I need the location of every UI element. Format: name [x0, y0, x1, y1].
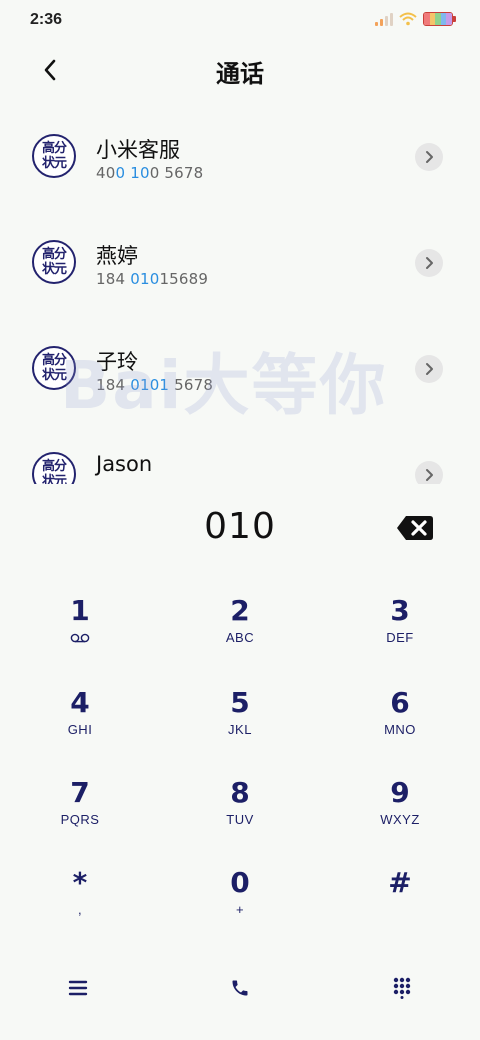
avatar-text: 状元 — [41, 262, 67, 277]
phone-icon — [232, 980, 248, 996]
avatar-text: 高分 — [41, 459, 67, 474]
signal-icon — [375, 12, 393, 26]
key-digit: 3 — [390, 594, 410, 627]
key-3[interactable]: 3 DEF — [320, 594, 480, 674]
key-9[interactable]: 9 WXYZ — [320, 776, 480, 856]
contact-name: Jason — [96, 452, 153, 476]
call-button[interactable] — [220, 968, 260, 1008]
key-letters: TUV — [226, 812, 254, 827]
contact-number: 400 100 5678 — [96, 164, 204, 182]
status-bar: 2:36 — [0, 0, 480, 42]
avatar: 高分 状元 — [32, 134, 76, 178]
contact-item[interactable]: 高分 状元 Jason — [0, 428, 480, 484]
key-2[interactable]: 2 ABC — [160, 594, 320, 674]
avatar: 高分 状元 — [32, 240, 76, 284]
key-1[interactable]: 1 — [0, 594, 160, 674]
page-title: 通话 — [216, 60, 264, 88]
key-digit: 6 — [390, 686, 410, 719]
avatar-text: 状元 — [41, 156, 67, 171]
match-highlight: 010 — [130, 270, 160, 288]
contact-name: 燕婷 — [96, 244, 138, 268]
key-digit: # — [388, 866, 412, 899]
contact-detail-button[interactable] — [415, 355, 443, 383]
key-letters: + — [235, 902, 245, 917]
key-star[interactable]: * , — [0, 866, 160, 946]
contact-name: 小米客服 — [96, 138, 180, 162]
key-digit: 5 — [230, 686, 250, 719]
voicemail-icon — [70, 633, 90, 643]
contact-detail-button[interactable] — [415, 461, 443, 484]
key-0[interactable]: 0 + — [160, 866, 320, 946]
key-letters: JKL — [228, 722, 252, 737]
chevron-right-icon — [426, 151, 433, 163]
avatar-text: 高分 — [41, 141, 67, 156]
match-highlight: 0 10 — [115, 164, 150, 182]
contact-name: 子玲 — [96, 350, 138, 374]
contact-number: 184 0101 5678 — [96, 376, 214, 394]
contact-item[interactable]: 高分 状元 燕婷 184 01015689 — [0, 216, 480, 316]
avatar-text: 高分 — [41, 247, 67, 262]
key-letters: ABC — [225, 630, 255, 645]
key-hash[interactable]: # — [320, 866, 480, 946]
avatar-text: 状元 — [41, 474, 67, 484]
header: 通话 — [0, 42, 480, 98]
contact-list: 高分 状元 小米客服 400 100 5678 高分 状元 燕婷 184 010… — [0, 110, 480, 484]
avatar: 高分 状元 — [32, 346, 76, 390]
key-letters: , — [77, 902, 83, 917]
bottom-bar — [0, 960, 480, 1016]
contact-item[interactable]: 高分 状元 子玲 184 0101 5678 — [0, 322, 480, 422]
wifi-icon — [399, 12, 417, 26]
match-highlight: 0101 — [130, 376, 170, 394]
key-4[interactable]: 4 GHI — [0, 686, 160, 766]
battery-icon — [423, 12, 456, 26]
status-time: 2:36 — [30, 11, 63, 28]
status-icons — [375, 12, 456, 26]
key-letters: GHI — [67, 722, 93, 737]
contact-item[interactable]: 高分 状元 小米客服 400 100 5678 — [0, 110, 480, 210]
key-8[interactable]: 8 TUV — [160, 776, 320, 856]
chevron-right-icon — [426, 257, 433, 269]
key-letters: PQRS — [60, 812, 100, 827]
key-letters: MNO — [384, 722, 416, 737]
chevron-right-icon — [426, 363, 433, 375]
dialpad-icon — [393, 977, 411, 999]
key-digit: 9 — [390, 776, 410, 809]
key-6[interactable]: 6 MNO — [320, 686, 480, 766]
key-digit: 4 — [70, 686, 90, 719]
dial-display: 010 — [0, 500, 480, 556]
avatar: 高分 状元 — [32, 452, 76, 484]
key-5[interactable]: 5 JKL — [160, 686, 320, 766]
backspace-button[interactable] — [396, 514, 434, 542]
avatar-text: 高分 — [41, 353, 67, 368]
key-digit: 1 — [70, 594, 90, 627]
backspace-icon — [397, 516, 433, 540]
key-letters: DEF — [386, 630, 414, 645]
menu-icon — [68, 980, 88, 996]
key-digit: 8 — [230, 776, 250, 809]
contact-detail-button[interactable] — [415, 143, 443, 171]
key-digit: 0 — [230, 866, 250, 899]
key-digit: 2 — [230, 594, 250, 627]
contact-detail-button[interactable] — [415, 249, 443, 277]
chevron-right-icon — [426, 469, 433, 481]
key-7[interactable]: 7 PQRS — [0, 776, 160, 856]
menu-button[interactable] — [58, 968, 98, 1008]
key-digit: * — [72, 866, 88, 899]
avatar-text: 状元 — [41, 368, 67, 383]
key-digit: 7 — [70, 776, 90, 809]
contact-number: 184 01015689 — [96, 270, 209, 288]
dialpad-toggle-button[interactable] — [382, 968, 422, 1008]
key-letters: WXYZ — [380, 812, 420, 827]
